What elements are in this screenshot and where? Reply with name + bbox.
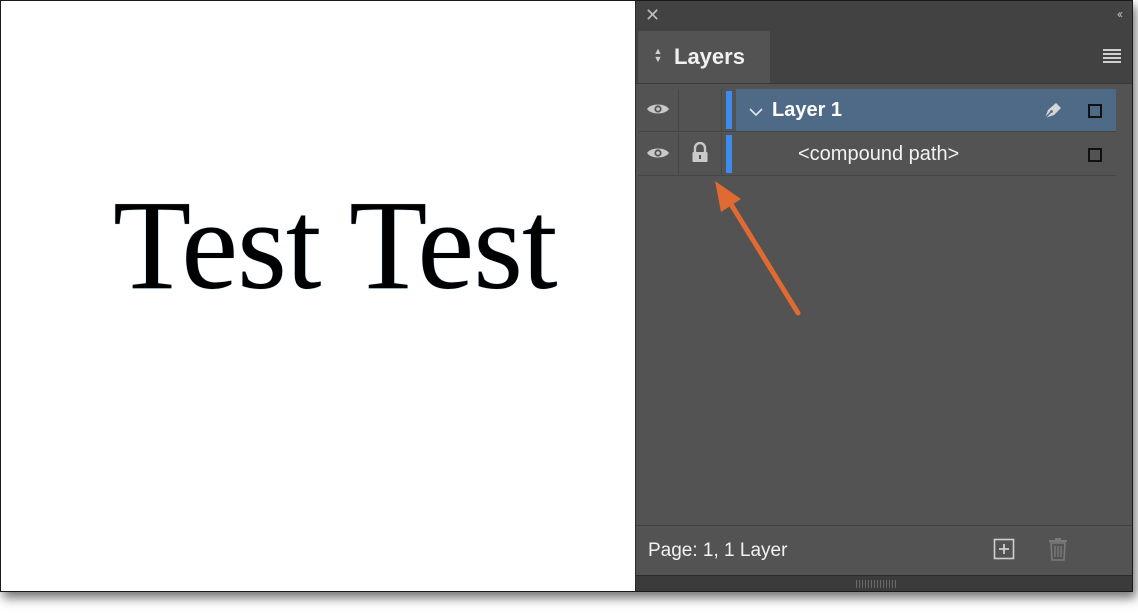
layer-row-compound-path[interactable]: <compound path>	[638, 133, 1116, 176]
collapse-panel-icon[interactable]: ‹‹	[1117, 7, 1123, 21]
panel-footer: Page: 1, 1 Layer	[636, 525, 1132, 576]
panel-resize-grip[interactable]	[636, 575, 1132, 591]
eye-icon[interactable]	[646, 102, 670, 116]
layers-panel: ✕ ‹‹ ▲ ▼ Layers Layer 1 <compound path> …	[635, 1, 1132, 591]
layer-name: Layer 1	[772, 99, 843, 121]
selection-square-icon[interactable]	[1088, 104, 1102, 118]
tab-layers-label: Layers	[674, 44, 745, 69]
panel-title-bar: ✕ ‹‹	[636, 1, 1132, 31]
panel-tab-bar: ▲ ▼ Layers	[636, 31, 1132, 84]
double-chevron-updown-icon[interactable]: ▲ ▼	[653, 47, 663, 67]
canvas-text[interactable]: Test Test	[113, 181, 558, 309]
layer-color-bar	[726, 135, 732, 173]
chevron-down-icon[interactable]	[748, 106, 764, 118]
panel-menu-icon[interactable]	[1103, 49, 1121, 63]
grip-lines	[856, 580, 896, 588]
trash-icon[interactable]	[1047, 537, 1069, 561]
app-window: Test Test ✕ ‹‹ ▲ ▼ Layers Layer 1 <compo…	[0, 0, 1133, 592]
layer-row-body[interactable]: <compound path>	[736, 133, 1116, 175]
add-layer-icon[interactable]	[993, 538, 1015, 560]
page-status: Page: 1, 1 Layer	[648, 540, 788, 561]
layer-row-layer-1[interactable]: Layer 1	[638, 89, 1116, 132]
layer-row-body[interactable]: Layer 1	[736, 89, 1116, 131]
lock-icon[interactable]	[691, 142, 709, 164]
lock-toggle[interactable]	[679, 133, 722, 175]
tab-layers[interactable]: ▲ ▼ Layers	[638, 31, 770, 83]
visibility-toggle[interactable]	[638, 133, 679, 175]
lock-toggle[interactable]	[679, 89, 722, 131]
layer-color-bar	[726, 91, 732, 129]
close-icon[interactable]: ✕	[645, 5, 660, 25]
visibility-toggle[interactable]	[638, 89, 679, 131]
layer-name: <compound path>	[798, 143, 960, 165]
eye-icon[interactable]	[646, 146, 670, 160]
selection-square-icon[interactable]	[1088, 148, 1102, 162]
pen-icon	[1044, 103, 1061, 119]
